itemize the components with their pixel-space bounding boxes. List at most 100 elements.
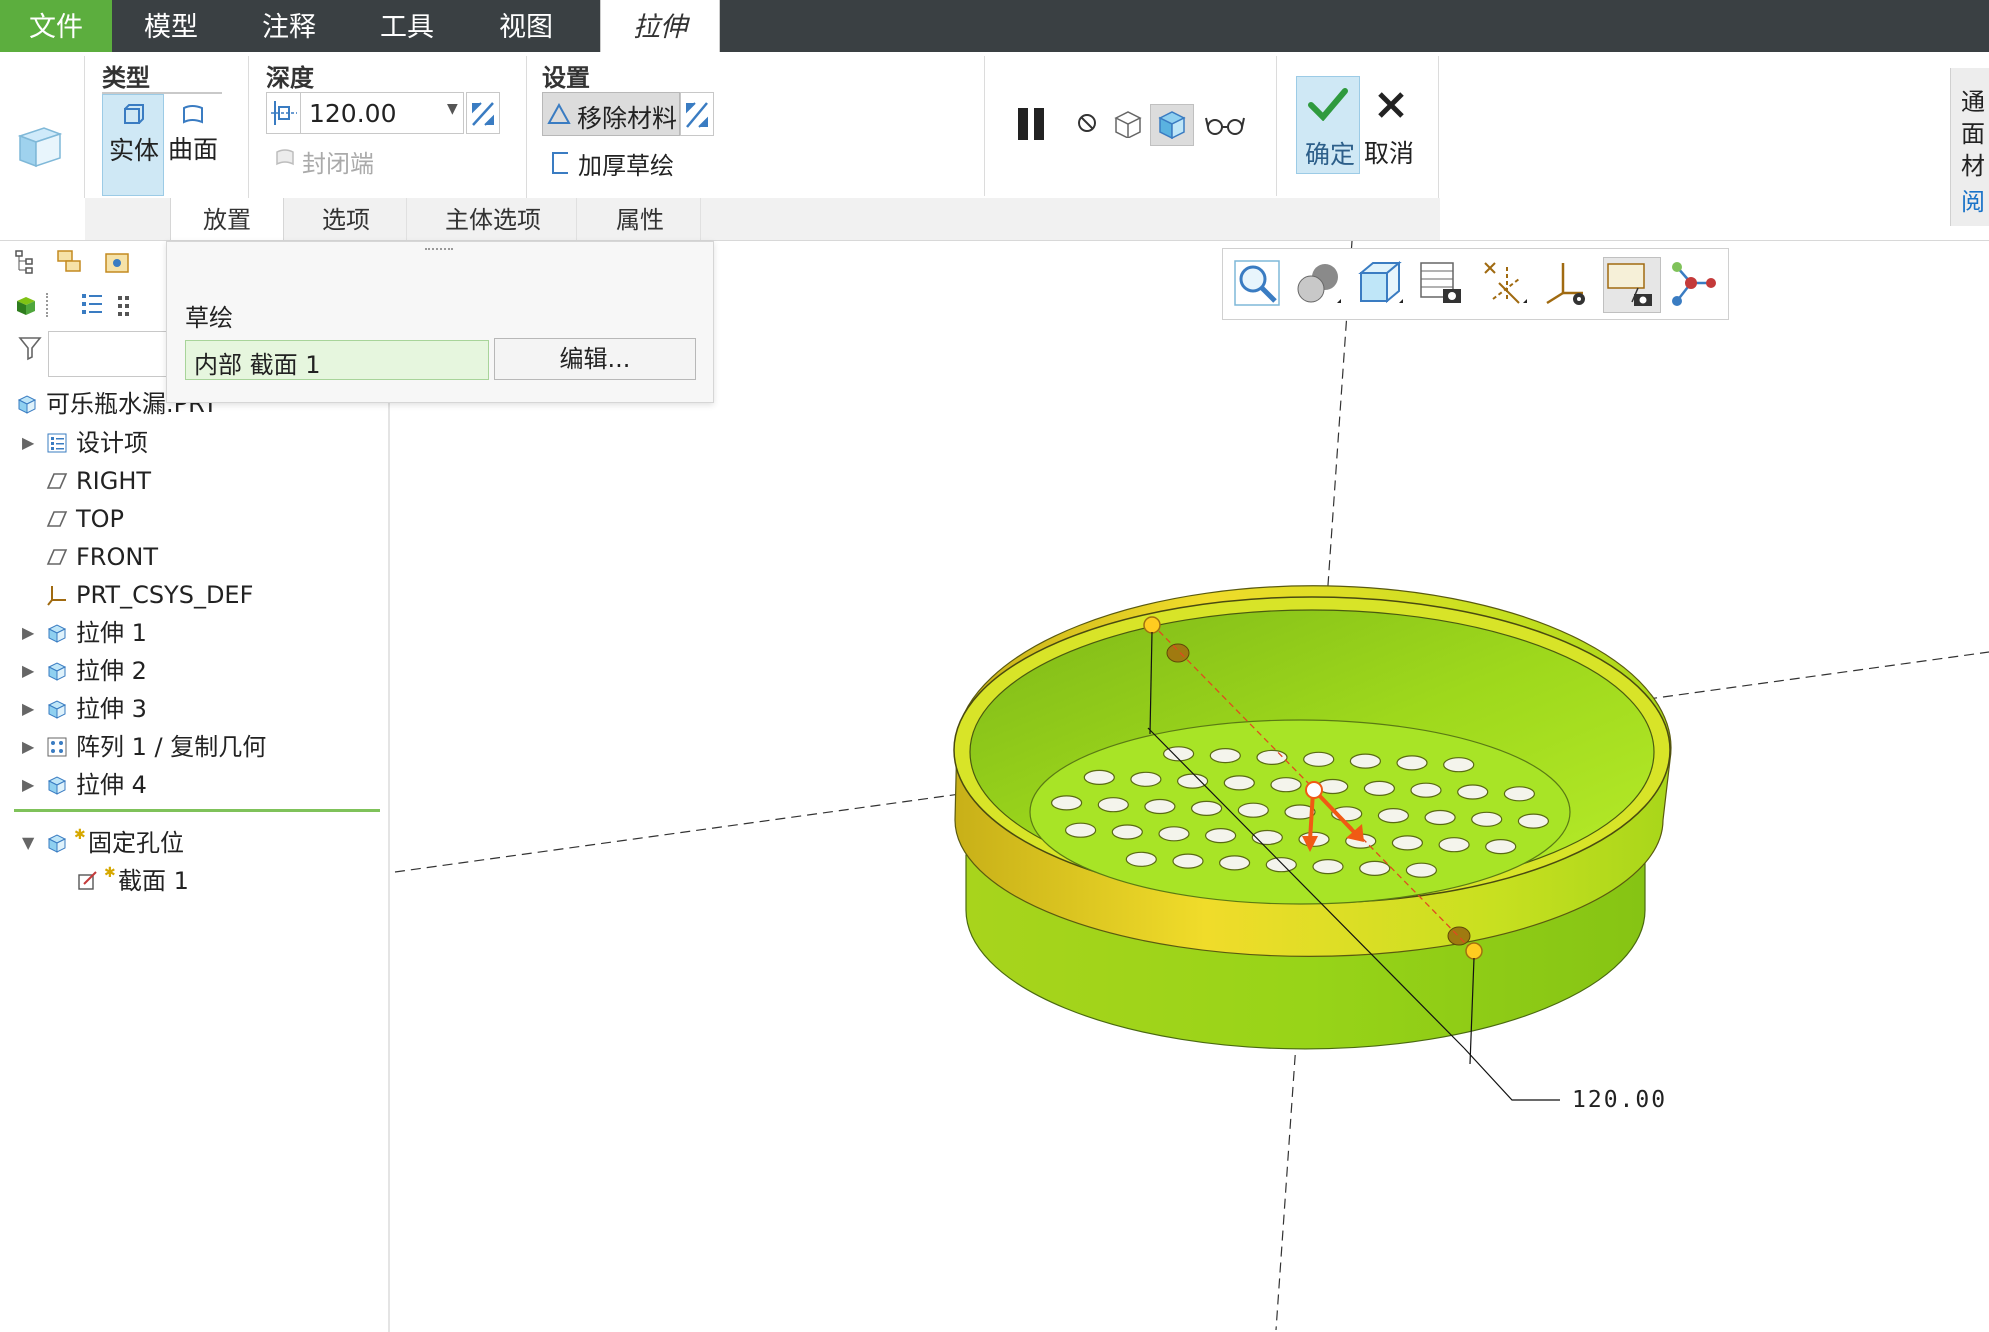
display-style-button[interactable] [1293, 259, 1343, 307]
placement-panel: 草绘 内部 截面 1 编辑... [166, 241, 714, 403]
tab-options[interactable]: 选项 [286, 198, 407, 240]
section-label: 截面 1 [118, 867, 189, 895]
separate-preview-button[interactable] [1112, 110, 1144, 139]
tree-item[interactable]: ▶ 阵列 1 / 复制几何 [0, 729, 380, 765]
no-preview-icon [1078, 114, 1096, 132]
depth-value: 120.00 [309, 99, 397, 128]
flip-depth-button[interactable] [466, 92, 500, 134]
pause-button[interactable] [1016, 106, 1048, 142]
tree-item[interactable]: FRONT [0, 539, 380, 575]
menu-file[interactable]: 文件 [0, 0, 112, 52]
surface-label: 曲面 [168, 135, 219, 164]
expand-triangle-icon[interactable]: ▶ [22, 615, 34, 651]
annotation-display-button[interactable] [1603, 257, 1661, 313]
collapse-triangle-icon[interactable]: ▼ [22, 825, 34, 861]
drain-hole [1083, 769, 1115, 786]
tree-search-input[interactable] [48, 331, 170, 377]
capped-ends-label[interactable]: 封闭端 [302, 144, 374, 179]
drain-hole [1349, 753, 1382, 769]
cancel-label: 取消 [1364, 139, 1415, 168]
expand-triangle-icon[interactable]: ▶ [22, 691, 34, 727]
menu-model[interactable]: 模型 [112, 0, 230, 52]
model-tree-panel: 可乐瓶水漏.PRT ▶ 设计项 RIGHT TOP FRONT PRT_CSYS_DEF ▶… [0, 241, 390, 1332]
tree-show-icon[interactable] [14, 249, 36, 275]
help-link[interactable]: 阅 [1961, 182, 1985, 217]
dimension-leader [1463, 1047, 1560, 1101]
verify-preview-button[interactable] [1150, 104, 1194, 146]
drain-hole [1303, 751, 1335, 767]
saved-orientations-button[interactable] [1355, 259, 1405, 307]
expand-triangle-icon[interactable]: ▶ [22, 729, 34, 765]
expand-triangle-icon[interactable]: ▶ [22, 653, 34, 689]
tab-body-options[interactable]: 主体选项 [410, 198, 577, 240]
sketch-section-label: 草绘 [185, 304, 233, 332]
tree-list-icon[interactable] [80, 291, 104, 319]
tree-item[interactable]: ▶ 拉伸 1 [0, 615, 380, 651]
mount-hole [1166, 643, 1190, 663]
spin-center-button[interactable] [1669, 259, 1719, 307]
refit-button[interactable] [1233, 259, 1281, 307]
ok-button[interactable]: 确定 [1296, 76, 1360, 174]
drag-handle[interactable] [1465, 942, 1483, 960]
tree-item[interactable]: ▶ 拉伸 2 [0, 653, 380, 689]
menu-view[interactable]: 视图 [466, 0, 586, 52]
panel-grip[interactable] [425, 248, 453, 254]
ribbon-separator [1276, 56, 1277, 196]
edit-sketch-button[interactable]: 编辑... [494, 338, 696, 380]
flip-material-side-button[interactable] [680, 92, 714, 136]
sketch-collector[interactable]: 内部 截面 1 [185, 340, 489, 380]
tree-item[interactable]: ▶ 拉伸 4 [0, 767, 380, 803]
cancel-button[interactable]: 取消 [1362, 76, 1422, 172]
layers-icon[interactable] [56, 249, 86, 275]
tree-item-label: 拉伸 3 [76, 695, 147, 723]
no-preview-button[interactable] [1076, 112, 1098, 134]
drain-hole [1312, 858, 1344, 875]
tree-item-label: 拉伸 1 [76, 619, 147, 647]
insert-indicator[interactable] [14, 809, 380, 812]
solid-button[interactable]: 实体 [102, 94, 164, 196]
filter-icon[interactable] [18, 335, 42, 361]
part-icon [17, 395, 37, 414]
tree-item-section[interactable]: ✱ 截面 1 [0, 863, 380, 899]
tree-item[interactable]: ▶ 拉伸 3 [0, 691, 380, 727]
arrow-origin-handle[interactable] [1305, 781, 1323, 799]
model-canvas[interactable] [390, 241, 1989, 1332]
drain-hole [1471, 811, 1503, 827]
surface-button[interactable]: 曲面 [166, 94, 226, 194]
drag-handle[interactable] [1143, 616, 1161, 634]
tree-item[interactable]: ▶ 设计项 [0, 425, 380, 461]
ok-label: 确定 [1305, 140, 1356, 169]
tree-item[interactable]: PRT_CSYS_DEF [0, 577, 380, 613]
settings-folder-icon[interactable] [104, 249, 132, 275]
depth-value-input[interactable]: 120.00 ▼ [300, 92, 464, 134]
drain-hole [1359, 860, 1391, 877]
ribbon-separator [248, 56, 249, 198]
tree-item-label: 拉伸 4 [76, 771, 147, 799]
remove-material-button[interactable]: 移除材料 [542, 92, 680, 136]
menu-annotate[interactable]: 注释 [230, 0, 348, 52]
view-manager-button[interactable] [1417, 259, 1467, 307]
datum-display-button[interactable] [1479, 259, 1529, 307]
zoom-icon [1234, 260, 1280, 306]
csys-display-button[interactable] [1541, 259, 1591, 307]
tree-collapse-icon[interactable] [116, 293, 132, 319]
thicken-sketch-label[interactable]: 加厚草绘 [578, 146, 674, 181]
tree-item-label: PRT_CSYS_DEF [76, 581, 254, 609]
view-glasses-button[interactable] [1204, 114, 1246, 136]
drain-hole [1265, 857, 1297, 873]
chevron-down-icon[interactable]: ▼ [447, 101, 458, 117]
tree-item[interactable]: RIGHT [0, 463, 380, 499]
depth-dimension-label[interactable]: 120.00 [1572, 1087, 1667, 1113]
tab-placement[interactable]: 放置 [170, 198, 284, 240]
model-view-icon[interactable] [14, 293, 38, 317]
menu-extrude-tab[interactable]: 拉伸 [600, 0, 720, 52]
menu-tools[interactable]: 工具 [348, 0, 466, 52]
depth-type-dropdown[interactable] [266, 92, 302, 134]
expand-triangle-icon[interactable]: ▶ [22, 425, 34, 461]
tree-item[interactable]: TOP [0, 501, 380, 537]
graphics-viewport[interactable]: 120.00 [390, 241, 1989, 1332]
expand-triangle-icon[interactable]: ▶ [22, 767, 34, 803]
pattern-icon [47, 737, 67, 757]
tree-item-active-feature[interactable]: ▼ ✱ 固定孔位 [0, 825, 380, 861]
tab-properties[interactable]: 属性 [580, 198, 701, 240]
